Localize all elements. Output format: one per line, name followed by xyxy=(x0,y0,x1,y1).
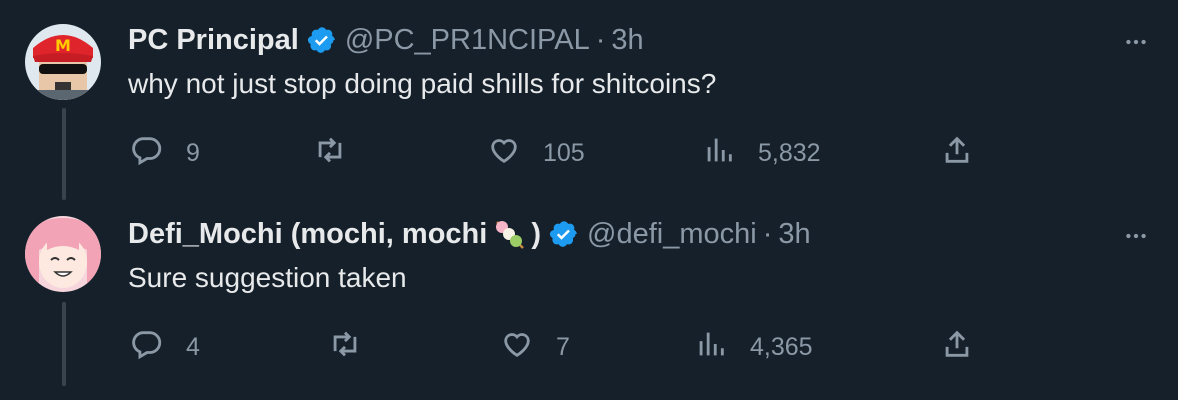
timestamp[interactable]: 3h xyxy=(778,218,810,251)
views-button[interactable]: 5,832 xyxy=(702,133,821,174)
share-button[interactable] xyxy=(940,133,974,174)
views-icon xyxy=(702,133,736,174)
retweet-icon xyxy=(328,327,362,368)
thread-line xyxy=(62,302,66,386)
separator-dot: · xyxy=(762,217,773,250)
tweet-text: Sure suggestion taken xyxy=(128,262,407,293)
share-icon xyxy=(940,327,974,368)
reply-icon xyxy=(130,327,164,368)
retweet-button[interactable] xyxy=(328,327,384,368)
views-count: 4,365 xyxy=(750,333,813,361)
separator-dot: · xyxy=(595,23,606,56)
user-handle[interactable]: @defi_mochi xyxy=(587,218,757,251)
views-icon xyxy=(694,327,728,368)
like-button[interactable]: 105 xyxy=(487,133,585,174)
tweet-header: PC Principal @PC_PR1NCIPAL · 3h xyxy=(128,20,644,60)
heart-icon xyxy=(500,327,534,368)
thread-line xyxy=(62,108,66,200)
reply-button[interactable]: 4 xyxy=(130,327,200,368)
timestamp[interactable]: 3h xyxy=(611,24,643,57)
display-name[interactable]: PC Principal xyxy=(128,24,299,57)
verified-badge-icon xyxy=(307,25,337,55)
like-count: 105 xyxy=(543,139,585,167)
reply-count: 4 xyxy=(186,333,200,361)
heart-icon xyxy=(487,133,521,174)
like-count: 7 xyxy=(556,333,570,361)
avatar-defi-mochi[interactable] xyxy=(25,216,101,292)
display-name[interactable]: Defi_Mochi (mochi, mochi xyxy=(128,218,487,251)
more-icon[interactable] xyxy=(1118,218,1154,254)
dango-emoji-icon xyxy=(491,216,527,252)
verified-badge-icon xyxy=(549,219,579,249)
reply-icon xyxy=(130,133,164,174)
like-button[interactable]: 7 xyxy=(500,327,570,368)
retweet-button[interactable] xyxy=(313,133,369,174)
views-button[interactable]: 4,365 xyxy=(694,327,813,368)
share-button[interactable] xyxy=(940,327,974,368)
share-icon xyxy=(940,133,974,174)
tweet-header: Defi_Mochi (mochi, mochi ) @defi_mochi ·… xyxy=(128,214,811,254)
tweet-text: why not just stop doing paid shills for … xyxy=(128,68,717,99)
svg-text:M: M xyxy=(55,36,71,55)
user-handle[interactable]: @PC_PR1NCIPAL xyxy=(345,24,590,57)
avatar-pc-principal[interactable]: M xyxy=(25,24,101,100)
display-name-suffix: ) xyxy=(531,217,541,250)
views-count: 5,832 xyxy=(758,139,821,167)
reply-button[interactable]: 9 xyxy=(130,133,200,174)
more-icon[interactable] xyxy=(1118,24,1154,60)
reply-count: 9 xyxy=(186,139,200,167)
retweet-icon xyxy=(313,133,347,174)
